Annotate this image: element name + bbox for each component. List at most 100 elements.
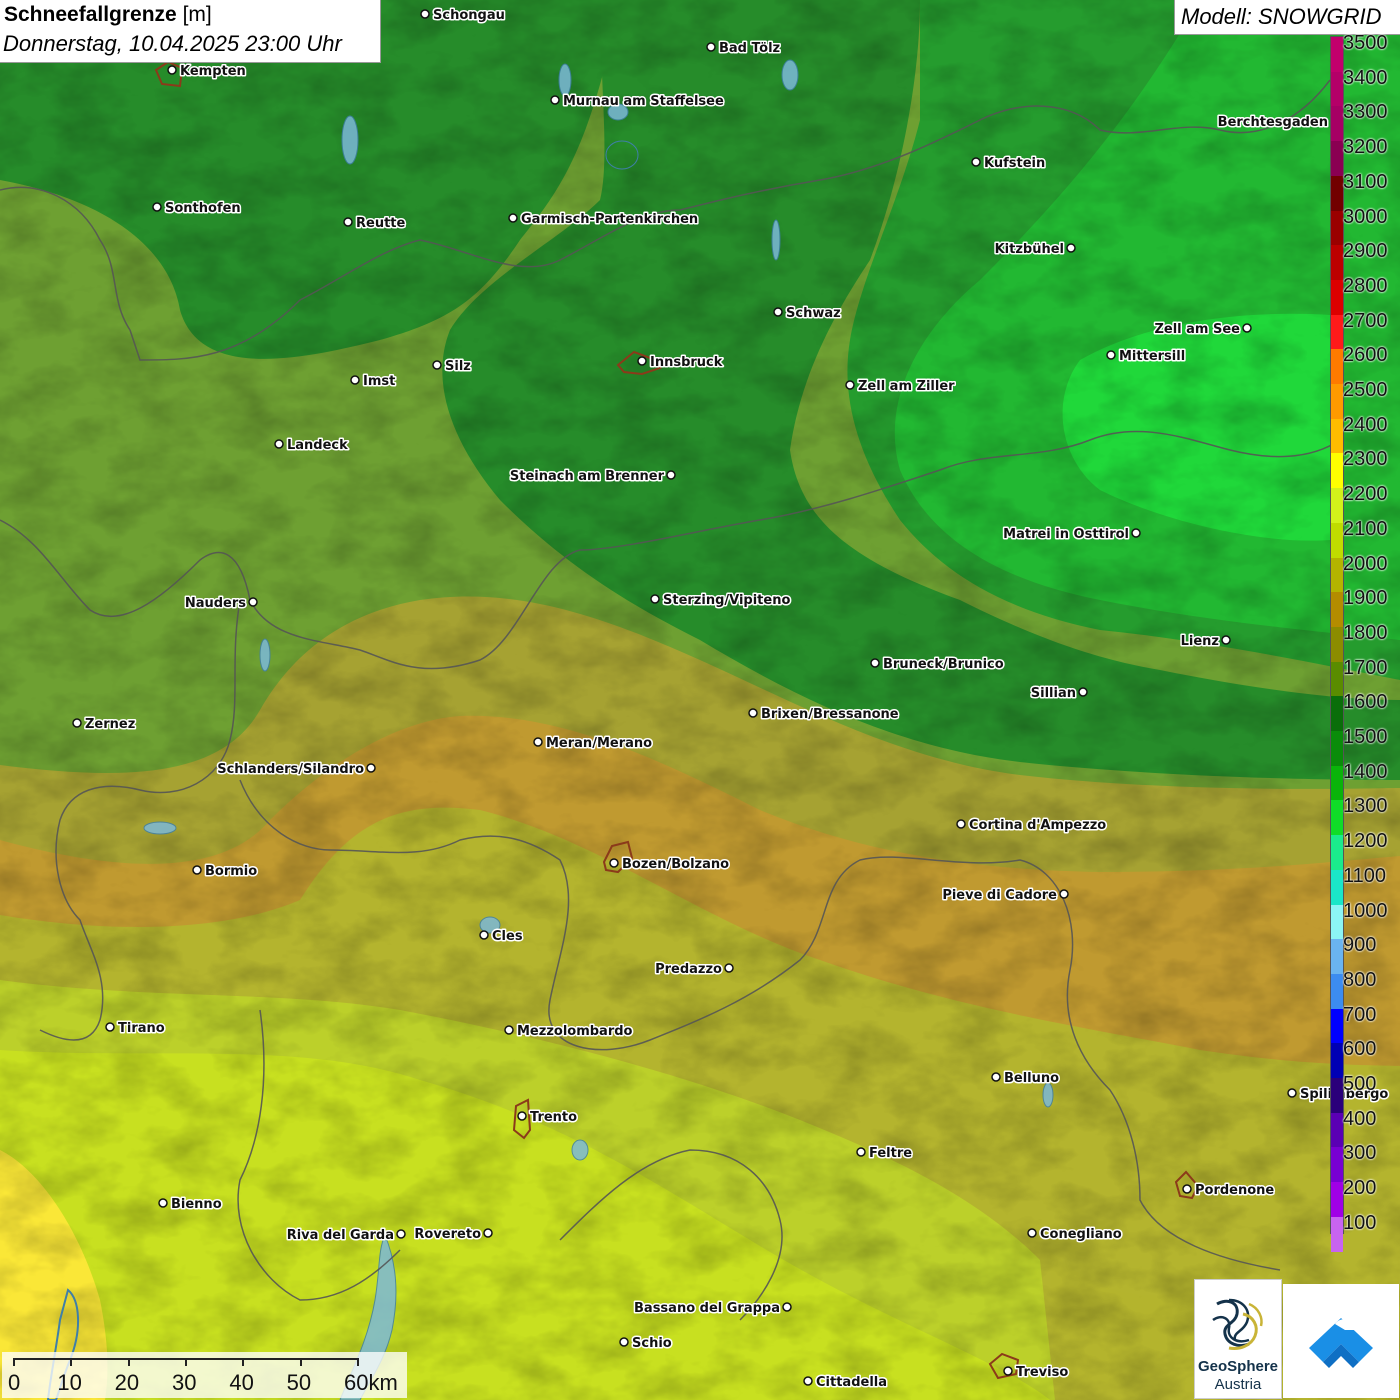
legend-swatch (1331, 71, 1343, 107)
legend-label: 1700 (1343, 656, 1388, 679)
city-dot[interactable] (1287, 1088, 1297, 1098)
city-marker[interactable]: Steinach am Brenner (508, 468, 676, 486)
city-dot[interactable] (105, 1022, 115, 1032)
city-marker[interactable]: Zell am Ziller (845, 378, 957, 396)
legend-label: 2300 (1343, 448, 1388, 471)
city-dot[interactable] (1221, 635, 1231, 645)
city-dot[interactable] (1066, 243, 1076, 253)
city-marker[interactable]: Matrei in Osttirol (1002, 526, 1141, 544)
city-marker[interactable]: Mezzolombardo (504, 1023, 634, 1041)
city-dot[interactable] (1131, 528, 1141, 538)
city-marker[interactable]: Riva del Garda (285, 1227, 406, 1245)
city-marker[interactable]: Bozen/Bolzano (609, 856, 731, 874)
city-dot[interactable] (248, 597, 258, 607)
city-dot[interactable] (167, 65, 177, 75)
city-label: Bad Tölz (719, 41, 780, 56)
city-dot[interactable] (619, 1337, 629, 1347)
city-dot[interactable] (1242, 323, 1252, 333)
scale-label: 50 (286, 1370, 312, 1395)
city-dot[interactable] (396, 1229, 406, 1239)
color-legend (1330, 36, 1344, 1252)
city-dot[interactable] (152, 202, 162, 212)
city-marker[interactable]: Cortina d'Ampezzo (956, 817, 1108, 835)
city-dot[interactable] (1078, 687, 1088, 697)
city-dot[interactable] (550, 95, 560, 105)
city-dot[interactable] (870, 658, 880, 668)
city-marker[interactable]: Sonthofen (152, 200, 242, 218)
city-marker[interactable]: Kitzbühel (993, 241, 1076, 259)
scale-label: 20 (114, 1370, 140, 1395)
city-label: Bormio (205, 864, 257, 879)
city-dot[interactable] (508, 213, 518, 223)
city-marker[interactable]: Kempten (167, 63, 247, 81)
city-marker[interactable]: Mittersill (1106, 348, 1187, 366)
city-dot[interactable] (724, 963, 734, 973)
legend-swatch (1331, 37, 1343, 72)
city-marker[interactable]: Sterzing/Vipiteno (650, 592, 792, 610)
city-dot[interactable] (773, 307, 783, 317)
city-dot[interactable] (504, 1025, 514, 1035)
city-dot[interactable] (1106, 350, 1116, 360)
city-marker[interactable]: Conegliano (1027, 1226, 1123, 1244)
city-marker[interactable]: Pordenone (1182, 1182, 1276, 1200)
city-dot[interactable] (533, 737, 543, 747)
city-marker[interactable]: Berchtesgaden (1216, 114, 1340, 132)
city-dot[interactable] (479, 930, 489, 940)
city-dot[interactable] (420, 9, 430, 19)
city-marker[interactable]: Bruneck/Brunico (870, 656, 1005, 674)
legend-swatch (1331, 245, 1343, 281)
city-dot[interactable] (991, 1072, 1001, 1082)
city-marker[interactable]: Schlanders/Silandro (216, 761, 376, 779)
legend-swatch (1331, 141, 1343, 177)
city-dot[interactable] (517, 1111, 527, 1121)
city-marker[interactable]: Brixen/Bressanone (748, 706, 900, 724)
city-dot[interactable] (803, 1376, 813, 1386)
geosphere-logo[interactable]: GeoSphere Austria (1194, 1279, 1282, 1399)
city-dot[interactable] (782, 1302, 792, 1312)
scale-bar: 0 10 20 30 40 50 60km (2, 1352, 407, 1398)
city-dot[interactable] (1059, 889, 1069, 899)
city-dot[interactable] (748, 708, 758, 718)
city-label: Schio (632, 1336, 672, 1351)
city-marker[interactable]: Garmisch-Partenkirchen (508, 211, 700, 229)
legend-swatch (1331, 314, 1343, 350)
legend-swatch (1331, 1043, 1343, 1079)
city-dot[interactable] (637, 356, 647, 366)
city-dot[interactable] (1003, 1366, 1013, 1376)
city-marker[interactable]: Innsbruck (637, 354, 724, 372)
city-marker[interactable]: Murnau am Staffelsee (550, 93, 725, 111)
legend-label: 2600 (1343, 344, 1388, 367)
city-dot[interactable] (192, 865, 202, 875)
city-marker[interactable]: Meran/Merano (533, 735, 654, 753)
city-marker[interactable]: Zell am See (1153, 321, 1252, 339)
city-label: Silz (445, 359, 471, 374)
city-marker[interactable]: Pieve di Cadore (941, 887, 1069, 905)
city-marker[interactable]: Predazzo (654, 961, 734, 979)
city-dot[interactable] (274, 439, 284, 449)
legend-swatch (1331, 696, 1343, 732)
city-dot[interactable] (432, 360, 442, 370)
city-dot[interactable] (845, 380, 855, 390)
city-dot[interactable] (1182, 1184, 1192, 1194)
city-dot[interactable] (72, 718, 82, 728)
city-dot[interactable] (666, 470, 676, 480)
city-dot[interactable] (971, 157, 981, 167)
city-marker[interactable]: Cittadella (803, 1374, 889, 1392)
app-logo[interactable] (1283, 1284, 1399, 1398)
city-dot[interactable] (483, 1228, 493, 1238)
city-dot[interactable] (609, 858, 619, 868)
city-marker[interactable]: Schongau (420, 7, 506, 25)
city-dot[interactable] (706, 42, 716, 52)
city-dot[interactable] (956, 819, 966, 829)
city-marker[interactable]: Bassano del Grappa (633, 1300, 792, 1318)
city-dot[interactable] (856, 1147, 866, 1157)
city-dot[interactable] (343, 217, 353, 227)
city-dot[interactable] (1027, 1228, 1037, 1238)
snowfall-map[interactable]: Schongau Bad Tölz Kempten Murnau am Staffel… (0, 0, 1400, 1400)
city-marker[interactable]: Rovereto (413, 1226, 493, 1244)
city-dot[interactable] (366, 763, 376, 773)
city-dot[interactable] (158, 1198, 168, 1208)
city-dot[interactable] (650, 594, 660, 604)
city-label: Bozen/Bolzano (622, 857, 729, 872)
city-dot[interactable] (350, 375, 360, 385)
